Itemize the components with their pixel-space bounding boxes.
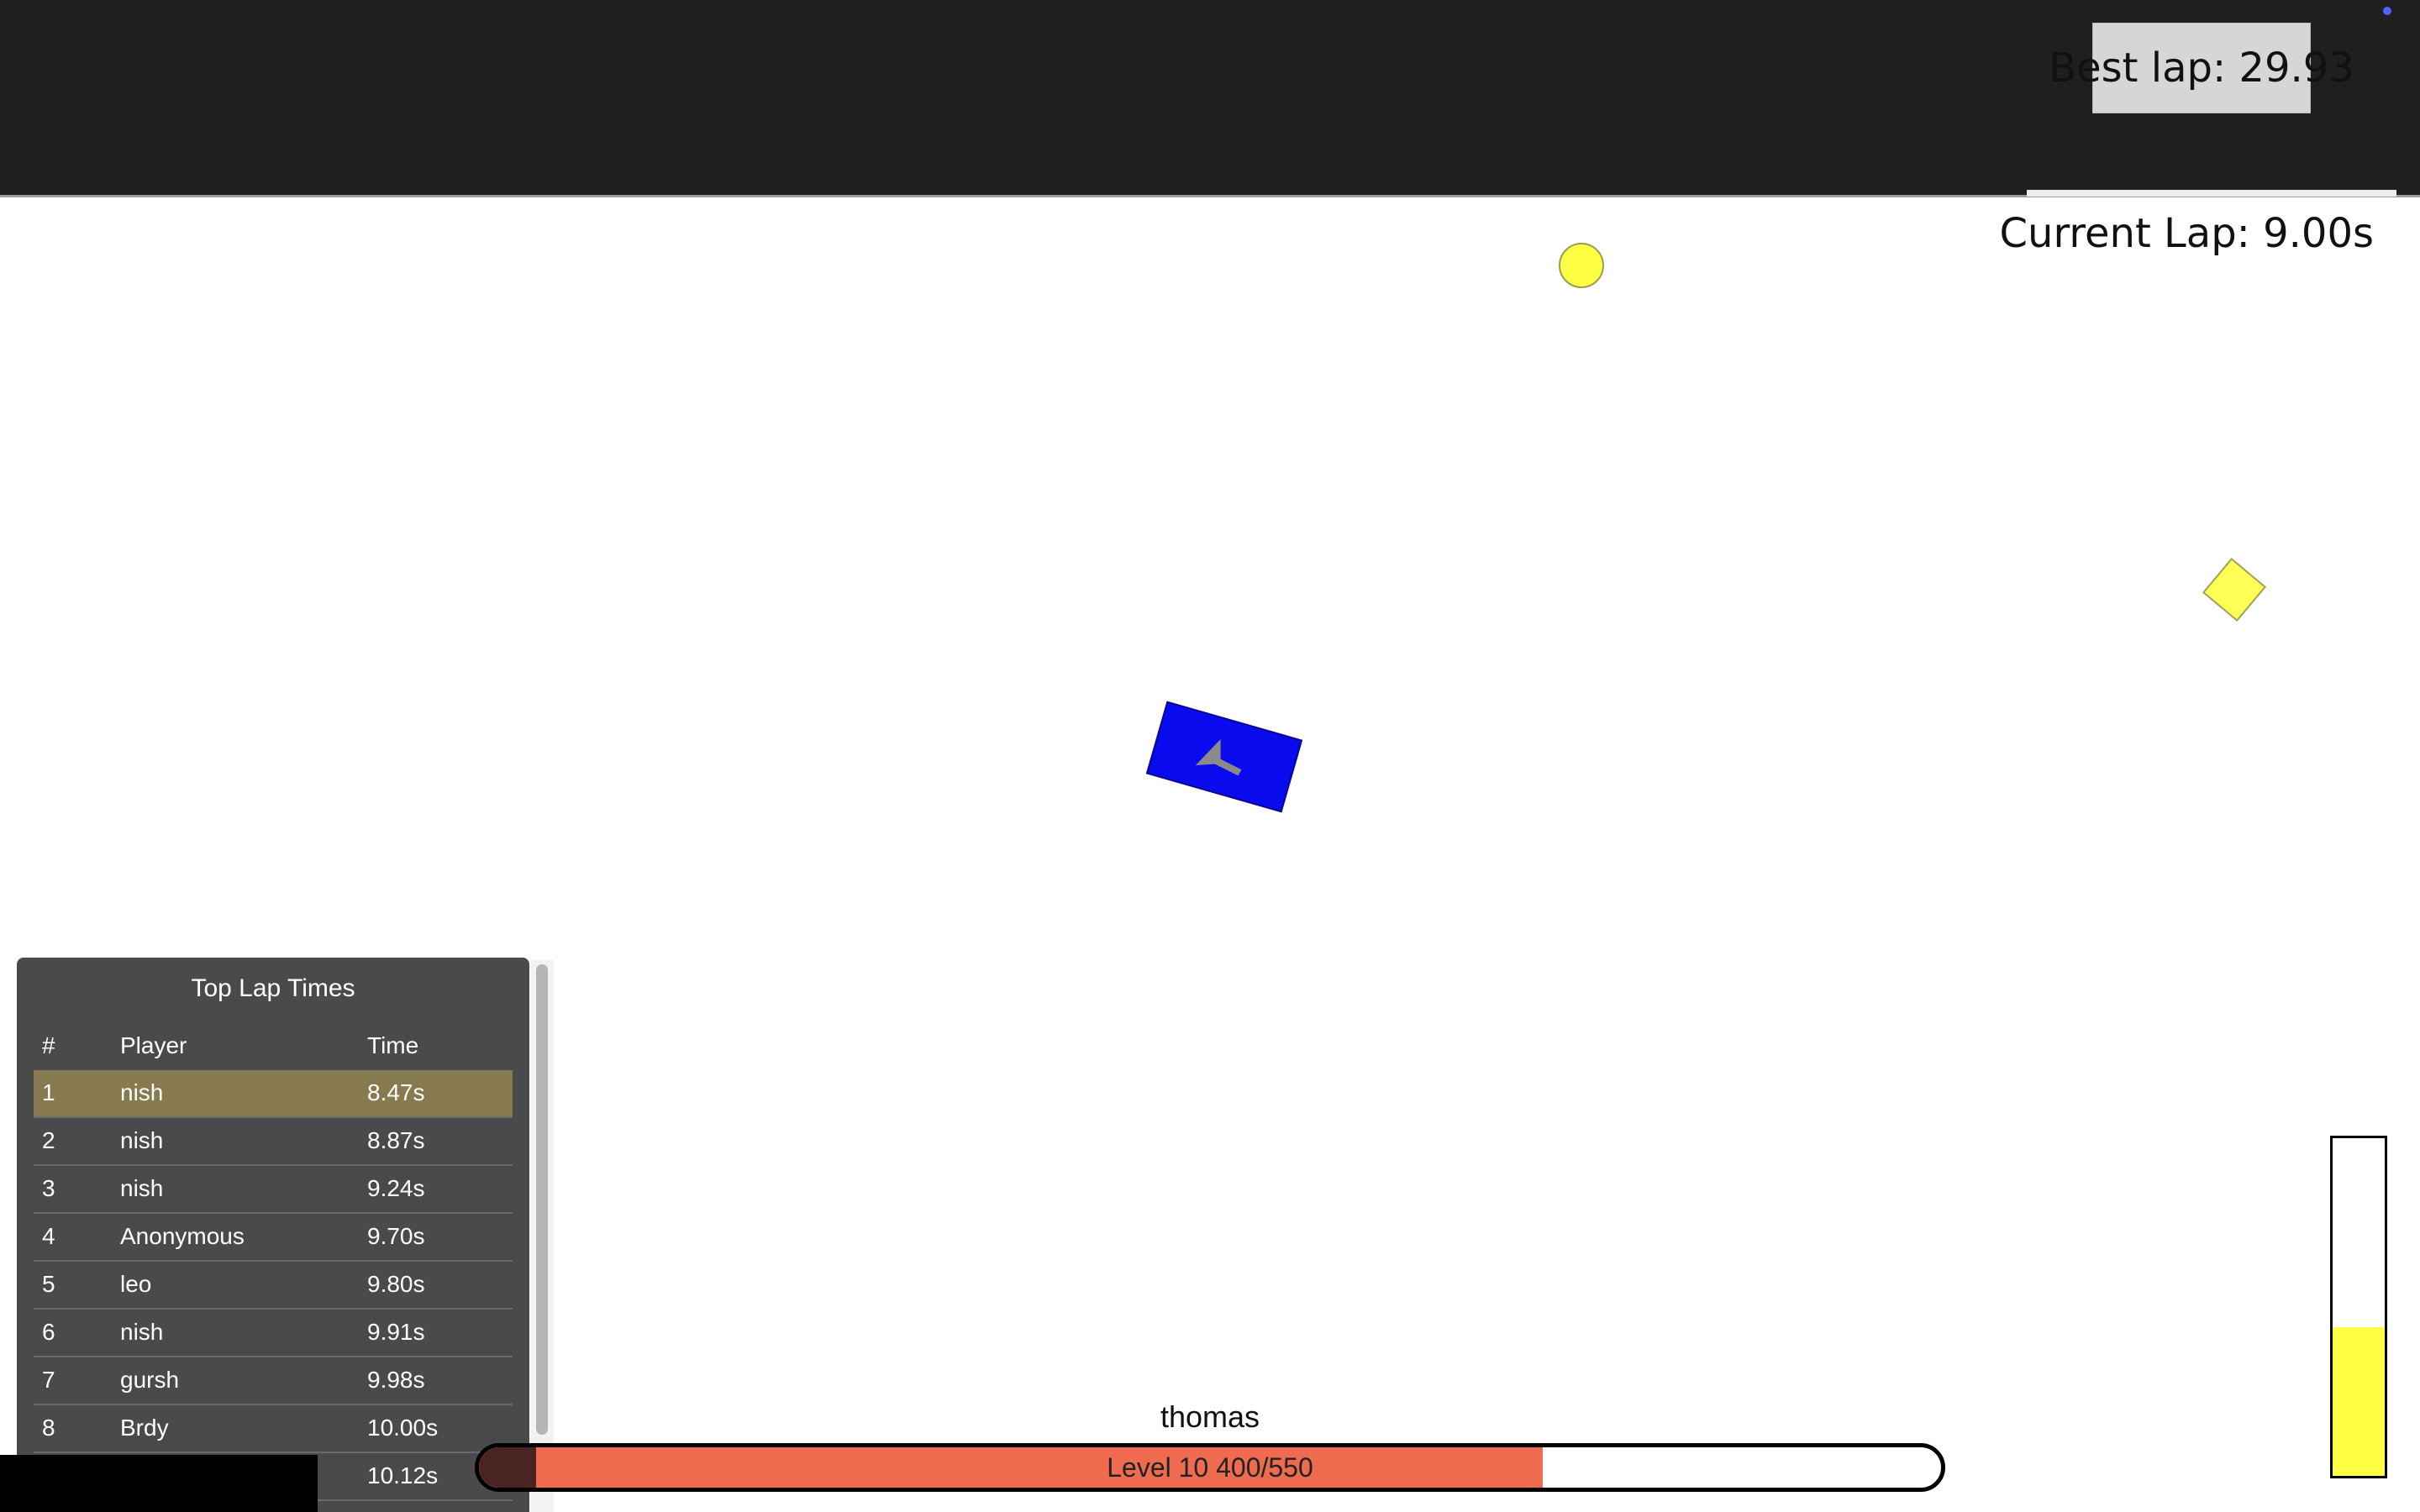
connection-status-dot: [2383, 7, 2391, 15]
row-player: nish: [120, 1127, 164, 1153]
row-player: nish: [120, 1079, 164, 1105]
table-row: 7 gursh 9.98s: [34, 1357, 513, 1405]
row-time: 9.98s: [367, 1367, 425, 1393]
row-player: leo: [120, 1271, 152, 1297]
table-row: 6 nish 9.91s: [34, 1310, 513, 1357]
row-player: Brdy: [120, 1415, 169, 1441]
best-lap-display: Best lap: 29.93: [2049, 23, 2354, 113]
leaderboard-scrollbar-thumb[interactable]: [536, 964, 548, 1435]
row-rank: 2: [42, 1127, 55, 1153]
gem-pickup: [2202, 557, 2267, 622]
row-time: 8.47s: [367, 1079, 425, 1105]
current-lap-strip: [2027, 190, 2396, 197]
row-rank: 4: [42, 1223, 55, 1249]
player-car: [1145, 701, 1303, 813]
header-rank: #: [42, 1032, 55, 1058]
leaderboard-rows: 1 nish 8.47s 2 nish 8.87s 3 nish 9.24s 4…: [34, 1070, 513, 1501]
row-player: Anonymous: [120, 1223, 245, 1249]
leaderboard-header: # Player Time: [34, 1023, 513, 1065]
current-lap-display: Current Lap: 9.00s: [1999, 210, 2374, 257]
table-row: 3 nish 9.24s: [34, 1166, 513, 1214]
table-row: 8 Brdy 10.00s: [34, 1405, 513, 1453]
row-player: gursh: [120, 1367, 180, 1393]
bottom-left-overlay: [0, 1455, 318, 1512]
boost-meter: [2330, 1136, 2387, 1478]
arrow-icon: [1195, 738, 1242, 776]
row-time: 10.00s: [367, 1415, 439, 1441]
top-bar: [0, 0, 2420, 197]
row-player: nish: [120, 1319, 164, 1345]
table-row: 5 leo 9.80s: [34, 1262, 513, 1310]
table-row: 2 nish 8.87s: [34, 1118, 513, 1166]
header-player: Player: [120, 1032, 187, 1058]
table-row: 4 Anonymous 9.70s: [34, 1214, 513, 1262]
row-time: 9.80s: [367, 1271, 425, 1297]
row-time: 8.87s: [367, 1127, 425, 1153]
coin-pickup: [1559, 243, 1604, 288]
boost-meter-fill: [2333, 1327, 2385, 1476]
row-rank: 1: [42, 1079, 55, 1105]
table-row: 1 nish 8.47s: [34, 1070, 513, 1118]
row-rank: 6: [42, 1319, 55, 1345]
leaderboard-panel: Top Lap Times # Player Time 1 nish 8.47s…: [17, 958, 529, 1512]
row-time: 9.91s: [367, 1319, 425, 1345]
row-time: 9.70s: [367, 1223, 425, 1249]
level-text: Level 10 400/550: [1107, 1452, 1313, 1483]
row-rank: 3: [42, 1175, 55, 1201]
row-rank: 7: [42, 1367, 55, 1393]
player-name: thomas: [1160, 1399, 1260, 1434]
row-rank: 8: [42, 1415, 55, 1441]
row-time: 9.24s: [367, 1175, 425, 1201]
row-player: nish: [120, 1175, 164, 1201]
header-time: Time: [367, 1032, 419, 1058]
leaderboard-title: Top Lap Times: [191, 974, 355, 1002]
row-time: 10.12s: [367, 1462, 439, 1488]
xp-progress-bar: Level 10 400/550: [475, 1443, 1945, 1492]
row-rank: 5: [42, 1271, 55, 1297]
